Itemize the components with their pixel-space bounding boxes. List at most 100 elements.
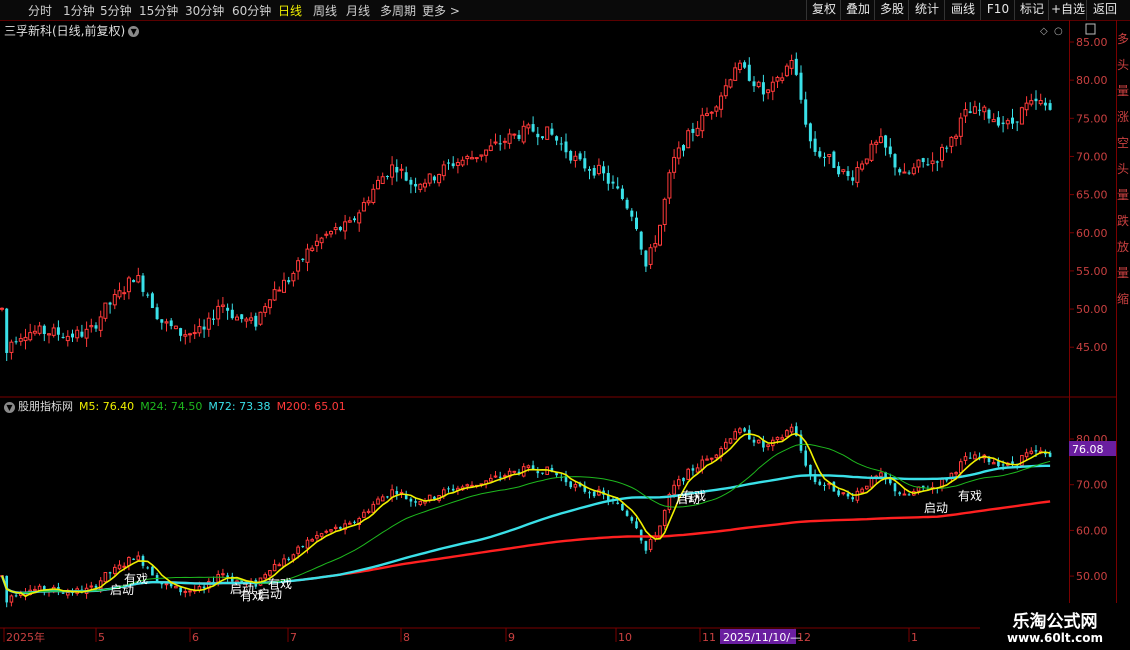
ma72-line [0, 464, 1051, 594]
candle-body [1001, 122, 1005, 125]
tab-weekly[interactable]: 周线 [313, 2, 337, 19]
candle-body [851, 177, 855, 181]
candle-body [220, 304, 225, 307]
candle-body [526, 124, 531, 129]
candles-main [0, 52, 1052, 362]
candle-body [625, 199, 629, 209]
right-strip-char: 头 [1117, 58, 1130, 72]
candle-body [808, 123, 812, 142]
tab-60min[interactable]: 60分钟 [232, 2, 271, 19]
candle-body [296, 260, 301, 272]
candle-body [310, 247, 315, 251]
tab-15min[interactable]: 15分钟 [139, 2, 178, 19]
candle-body [705, 458, 709, 461]
candle-body [151, 566, 154, 576]
ind-tick-label: 70.00 [1076, 479, 1108, 492]
maximize-icon[interactable] [1085, 23, 1096, 35]
candle-body [789, 426, 794, 433]
candle-body [926, 489, 930, 491]
candle-body [470, 157, 474, 160]
candle-body [963, 109, 968, 117]
candle-body [1015, 463, 1019, 465]
candle-body [112, 294, 117, 306]
candle-body [507, 470, 512, 478]
signal-label: 有戏 [124, 572, 148, 586]
right-strip-char: 量 [1117, 188, 1130, 202]
candle-body [324, 233, 329, 236]
candle-body [1015, 121, 1019, 123]
candle-body [785, 430, 789, 437]
price-tick-label: 50.00 [1076, 303, 1108, 316]
add-watchlist-button[interactable]: +自选 [1048, 0, 1087, 20]
legend-m72: M72: 73.38 [208, 400, 271, 413]
candle-body [56, 327, 60, 335]
tab-daily[interactable]: 日线 [278, 2, 302, 19]
candle-body [71, 333, 74, 338]
candle-body [945, 479, 948, 481]
tab-1min[interactable]: 1分钟 [63, 2, 95, 19]
stats-button[interactable]: 统计 [908, 0, 945, 20]
candle-body [380, 496, 385, 502]
annotations: 启动有戏启动有戏启动有戏启动有戏启动有戏 [110, 489, 982, 603]
date-label: 6 [192, 631, 199, 644]
candle-body [541, 136, 544, 139]
minimize-icon[interactable]: ○ [1054, 26, 1063, 37]
candle-body [432, 176, 436, 181]
tab-分时[interactable]: 分时 [28, 2, 52, 19]
candle-body [907, 494, 911, 496]
tab-more[interactable]: 更多 > [422, 2, 460, 19]
candle-body [216, 305, 221, 320]
candle-body [376, 498, 380, 505]
candle-body [682, 145, 685, 151]
candle-body [1006, 462, 1010, 466]
candle-body [47, 333, 51, 336]
candle-body [235, 316, 239, 321]
candle-body [179, 587, 182, 593]
candle-body [80, 589, 84, 593]
chevron-down-icon[interactable]: ▼ [128, 26, 140, 37]
mark-button[interactable]: 标记 [1014, 0, 1049, 20]
candle-body [18, 338, 23, 342]
diamond-icon[interactable]: ◇ [1040, 26, 1048, 37]
candle-body [173, 325, 178, 330]
right-strip-char: 空 [1117, 136, 1130, 150]
price-tick-label: 45.00 [1076, 341, 1108, 354]
back-button[interactable]: 返回 [1086, 0, 1123, 20]
candle-body [230, 309, 234, 319]
candle-body [813, 138, 817, 152]
candle-body [592, 491, 596, 497]
candle-body [371, 503, 376, 513]
overlay-button[interactable]: 叠加 [840, 0, 875, 20]
tab-5min[interactable]: 5分钟 [100, 2, 132, 19]
candle-body [723, 85, 728, 97]
candle-body [423, 182, 427, 188]
candle-body [409, 179, 413, 185]
candle-body [268, 570, 272, 576]
f10-button[interactable]: F10 [980, 0, 1015, 20]
tab-30min[interactable]: 30分钟 [185, 2, 224, 19]
candle-body [441, 164, 446, 177]
candle-body [258, 577, 263, 586]
candle-body [183, 590, 188, 593]
candle-body [433, 496, 436, 500]
candle-body [559, 143, 563, 145]
candle-body [799, 434, 803, 451]
tab-monthly[interactable]: 月线 [346, 2, 370, 19]
candle-body [315, 535, 319, 539]
fuquan-button[interactable]: 复权 [806, 0, 841, 20]
candle-body [1029, 100, 1034, 105]
candle-body [437, 495, 441, 501]
candle-body [597, 489, 601, 496]
candle-body [644, 541, 648, 551]
chevron-down-icon[interactable]: ▼ [4, 401, 15, 413]
candle-body [531, 465, 535, 470]
legend-m24: M24: 74.50 [140, 400, 203, 413]
draw-line-button[interactable]: 画线 [944, 0, 981, 20]
candle-body [588, 492, 591, 494]
candle-body [766, 444, 770, 447]
tab-multi-period[interactable]: 多周期 [380, 2, 416, 19]
candle-body [329, 529, 333, 532]
candle-body [1029, 450, 1034, 454]
ma200-line [0, 500, 1051, 594]
multi-stock-button[interactable]: 多股 [874, 0, 909, 20]
